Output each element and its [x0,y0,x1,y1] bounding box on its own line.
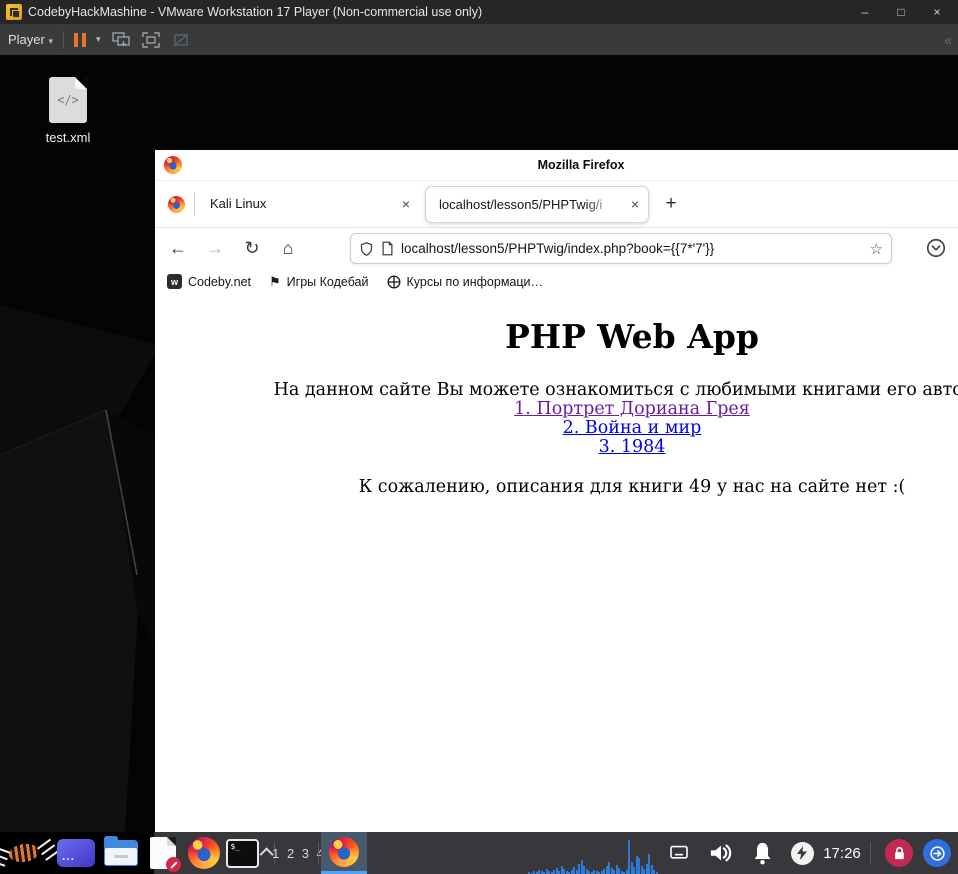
taskbar-divider [318,842,319,864]
code-glyph-icon: </> [57,93,79,107]
page-content: PHP Web App На данном сайте Вы можете оз… [155,295,958,832]
globe-icon [387,275,400,288]
firefox-titlebar: Mozilla Firefox [155,150,958,181]
lock-screen-button[interactable] [880,832,918,874]
page-title: PHP Web App [505,317,759,356]
player-menu-label: Player [8,32,45,47]
firefox-icon [188,837,220,869]
book-link-1[interactable]: 1. Портрет Дориана Грея [155,400,958,419]
bookmark-kursy[interactable]: Курсы по информаци… [387,274,544,289]
folder-icon [104,836,138,866]
bookmark-label: Курсы по информаци… [406,274,544,289]
bell-icon [754,842,770,865]
firefox-window: Mozilla Firefox Kali Linux × localhost/l… [155,150,958,832]
display-icon [670,845,688,859]
address-input[interactable]: localhost/lesson5/PHPTwig/index.php?book… [401,241,863,256]
speaker-icon [710,844,732,862]
tab-close-button[interactable]: × [397,195,415,213]
home-button[interactable]: ⌂ [273,234,303,262]
forward-button: → [206,238,224,258]
firefox-icon [329,836,359,867]
screen: CodebyHackMashine - VMware Workstation 1… [0,0,958,874]
bookmark-star-icon[interactable]: ☆ [870,240,883,258]
file-manager-button[interactable] [100,832,142,874]
xml-file-icon: </> [49,77,87,123]
desktop-icon-test-xml[interactable]: </> test.xml [28,77,108,145]
not-found-message: К сожалению, описания для книги 49 у нас… [358,477,906,497]
battery-bolt-icon [790,841,814,865]
minimize-button[interactable]: – [850,0,880,24]
kali-menu-button[interactable] [2,832,46,874]
bookmark-codeby[interactable]: w Codeby.net [167,274,251,289]
tab-bar: Kali Linux × localhost/lesson5/PHPTwig/i… [155,181,958,228]
reload-button[interactable]: ↻ [237,234,267,262]
fullscreen-button[interactable] [141,31,161,49]
desktop-icon-label: test.xml [45,130,91,145]
active-tab-label: localhost/lesson5/PHPTwig/i [439,197,603,212]
terminal-icon: $_ [225,838,259,868]
book-link-2[interactable]: 2. Война и мир [155,419,958,438]
suspend-vm-button[interactable] [74,32,87,47]
pencil-badge-icon [166,857,181,872]
taskbar: ... $_ 1 2 3 4 17:26 [0,832,958,874]
tab-favicon-icon [168,196,185,213]
bookmark-label: Codeby.net [188,274,252,289]
vmware-window-title: CodebyHackMashine - VMware Workstation 1… [28,5,483,19]
firefox-launcher-button[interactable] [184,832,224,874]
notifications-button[interactable] [744,832,780,874]
pocket-button[interactable] [925,237,949,261]
pause-icon [74,32,79,47]
kali-dragon-icon [7,842,41,864]
address-bar[interactable]: localhost/lesson5/PHPTwig/index.php?book… [350,233,892,264]
new-tab-button[interactable]: + [658,191,684,217]
tab-localhost-active[interactable]: localhost/lesson5/PHPTwig/i × [425,186,649,223]
player-menu-button[interactable]: Player ▾ [8,32,53,47]
vmware-logo-icon [6,4,22,20]
network-graph [528,832,660,874]
navigation-toolbar: ← → ↻ ⌂ localhost/lesson5/PHPTwig/index.… [155,228,958,268]
app-grid-button[interactable]: ... [56,832,96,874]
flag-icon: ⚑ [269,273,281,289]
bookmark-label: Игры Кодебай [286,274,369,289]
power-options-caret-icon[interactable]: ▾ [96,34,101,45]
vmware-titlebar: CodebyHackMashine - VMware Workstation 1… [0,0,958,24]
text-editor-icon [150,837,181,872]
collapse-toolbar-button[interactable]: « [944,32,952,48]
firefox-window-title: Mozilla Firefox [537,158,625,172]
back-button[interactable]: ← [163,234,193,262]
send-ctrl-alt-del-button[interactable] [111,31,131,49]
taskbar-divider [870,842,871,864]
toolbar-divider [63,30,65,49]
display-settings-button[interactable] [665,832,693,874]
tab-divider [194,192,195,216]
intro-text: На данном сайте Вы можете ознакомиться с… [273,380,958,400]
logout-arrow-icon [923,839,951,867]
vmware-toolbar: Player ▾ ▾ « [0,24,958,56]
tab-kali-linux[interactable]: Kali Linux [210,181,266,227]
book-link-3[interactable]: 3. 1984 [155,438,958,457]
maximize-button[interactable]: □ [886,0,916,24]
caret-down-icon: ▾ [48,36,54,46]
firefox-task-button-active[interactable] [321,832,367,874]
pause-icon [82,32,87,47]
app-grid-icon: ... [57,839,95,867]
bookmark-igry-codebay[interactable]: ⚑ Игры Кодебай [269,274,368,290]
clock[interactable]: 17:26 [820,832,864,874]
text-editor-button[interactable] [144,832,182,874]
shield-icon[interactable] [359,241,374,257]
firefox-logo-icon [164,156,182,174]
lock-icon [885,839,913,867]
workspace-switcher[interactable]: 1 2 3 4 [272,832,324,874]
page-info-icon[interactable] [381,241,394,256]
close-button[interactable]: × [922,0,952,24]
tab-close-button[interactable]: × [626,195,644,213]
volume-button[interactable] [701,832,741,874]
unity-mode-button-disabled [171,31,191,49]
logout-button[interactable] [918,832,956,874]
codeby-logo-icon: w [167,274,182,289]
power-manager-button[interactable] [786,832,818,874]
terminal-launcher-button[interactable]: $_ [224,832,260,874]
bookmarks-toolbar: w Codeby.net ⚑ Игры Кодебай Курсы по инф… [155,268,958,296]
